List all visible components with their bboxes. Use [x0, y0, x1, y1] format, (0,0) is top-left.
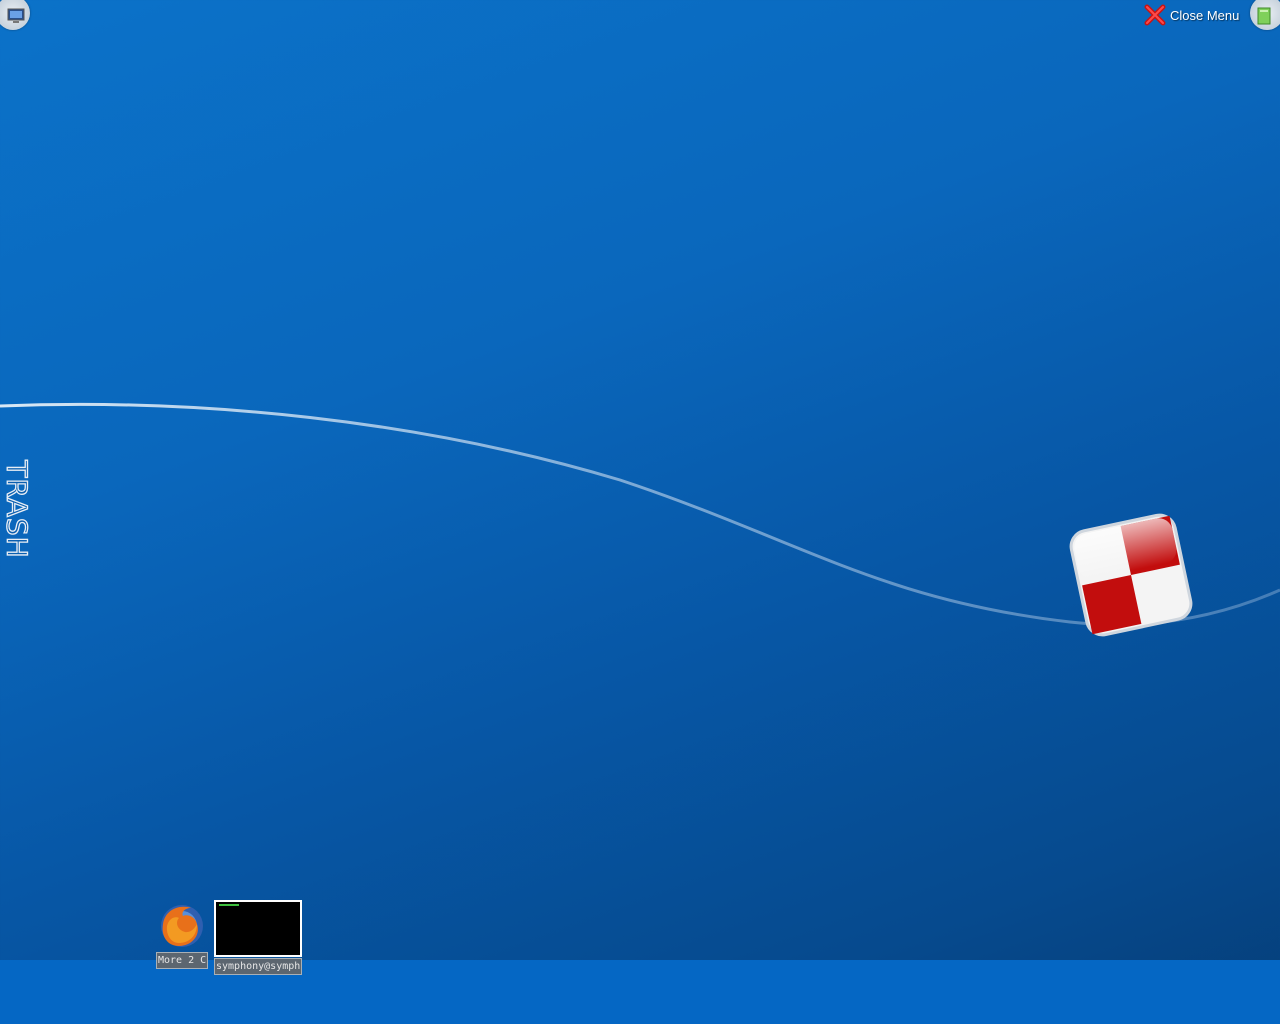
- document-icon: [1257, 7, 1271, 25]
- taskbar-item-firefox[interactable]: More 2 C: [156, 902, 208, 969]
- trash-dropzone[interactable]: TRASH: [0, 452, 34, 566]
- taskbar-item-label: symphony@symph: [214, 958, 302, 975]
- top-right-corner-button[interactable]: [1250, 0, 1280, 30]
- top-left-corner-button[interactable]: [0, 0, 30, 30]
- trash-label: TRASH: [0, 459, 34, 559]
- red-white-checkered-logo: [1069, 513, 1193, 637]
- close-menu-button[interactable]: Close Menu: [1144, 4, 1239, 26]
- terminal-thumbnail: [214, 900, 302, 957]
- taskbar: [0, 960, 1280, 1024]
- taskbar-item-label: More 2 C: [156, 952, 208, 969]
- firefox-icon: [161, 905, 203, 947]
- taskbar-item-terminal[interactable]: symphony@symph: [214, 900, 302, 975]
- computer-icon: [7, 8, 25, 23]
- red-x-icon: [1144, 4, 1166, 26]
- terminal-prompt-line: [219, 904, 239, 906]
- close-menu-label: Close Menu: [1170, 7, 1240, 23]
